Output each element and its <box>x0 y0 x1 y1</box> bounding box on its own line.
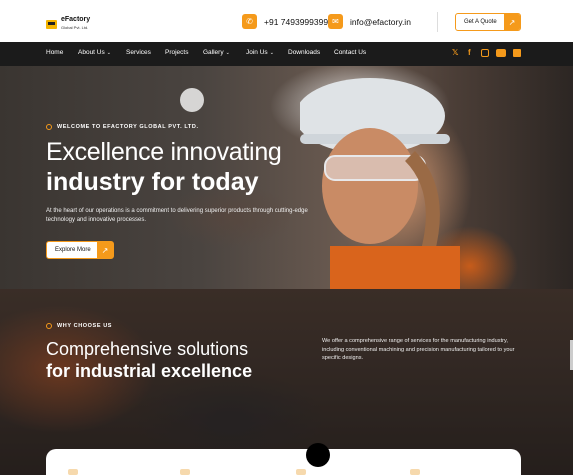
nav-item-contact-us[interactable]: Contact Us <box>334 49 366 56</box>
hero-eyebrow: WELCOME TO EFACTORY GLOBAL PVT. LTD. <box>46 124 199 130</box>
hero-section: WELCOME TO EFACTORY GLOBAL PVT. LTD. Exc… <box>0 66 573 289</box>
email-contact[interactable]: ✉ info@efactory.in <box>328 14 411 29</box>
nav-item-join-us[interactable]: Join Us ⌄ <box>246 49 274 56</box>
nav-item-projects[interactable]: Projects <box>165 49 188 56</box>
chevron-down-icon: ⌄ <box>106 50 111 56</box>
explore-more-label: Explore More <box>55 247 91 253</box>
nav-item-services[interactable]: Services <box>126 49 151 56</box>
section-overlay <box>0 289 573 475</box>
nav-item-downloads[interactable]: Downloads <box>288 49 320 56</box>
explore-more-button[interactable]: Explore More ↗ <box>46 241 114 259</box>
youtube-icon[interactable] <box>496 49 506 57</box>
linkedin-icon[interactable] <box>513 49 521 57</box>
hero-eyebrow-text: WELCOME TO EFACTORY GLOBAL PVT. LTD. <box>57 124 199 130</box>
nav-label: Home <box>46 49 64 56</box>
feature-icon <box>410 469 420 475</box>
why-paragraph: We offer a comprehensive range of servic… <box>322 338 515 361</box>
phone-number[interactable]: +91 7493999399 <box>264 17 328 27</box>
email-address[interactable]: info@efactory.in <box>350 17 411 27</box>
nav-item-about-us[interactable]: About Us ⌄ <box>78 49 111 56</box>
nav-item-gallery[interactable]: Gallery ⌄ <box>203 49 230 56</box>
hero-paragraph: At the heart of our operations is a comm… <box>46 208 308 223</box>
get-quote-label: Get A Quote <box>464 19 497 25</box>
brand-subtitle: Global Pvt. Ltd. <box>61 25 89 30</box>
nav-label: About Us <box>78 49 105 56</box>
phone-icon: ✆ <box>242 14 257 29</box>
phone-contact[interactable]: ✆ +91 7493999399 <box>242 14 328 29</box>
nav-label: Downloads <box>288 49 321 56</box>
feature-icon <box>180 469 190 475</box>
bokeh-light <box>180 88 204 112</box>
hero-title-light: Excellence innovating <box>46 138 282 166</box>
circle-icon <box>46 124 52 130</box>
x-icon[interactable]: 𝕏 <box>452 48 458 57</box>
nav-label: Join Us <box>246 49 268 56</box>
why-choose-us-section: WHY CHOOSE US Comprehensive solutions fo… <box>0 289 573 475</box>
nav-label: Services <box>126 49 151 56</box>
get-quote-button[interactable]: Get A Quote ↗ <box>455 13 521 31</box>
why-title-light: Comprehensive solutions <box>46 339 249 359</box>
features-card <box>46 449 521 475</box>
mail-icon: ✉ <box>328 14 343 29</box>
cursor-dot <box>306 443 330 467</box>
nav-label: Gallery <box>203 49 224 56</box>
circle-icon <box>46 323 52 329</box>
chevron-down-icon: ⌄ <box>225 50 230 56</box>
brand-logo[interactable]: eFactory Global Pvt. Ltd. <box>46 16 90 32</box>
feature-icon <box>68 469 78 475</box>
divider <box>437 12 438 32</box>
worker-photo <box>300 78 460 289</box>
nav-label: Projects <box>165 49 189 56</box>
chevron-down-icon: ⌄ <box>269 50 274 56</box>
nav-item-home[interactable]: Home <box>46 49 63 56</box>
why-title-bold: for industrial excellence <box>46 361 253 381</box>
top-header: eFactory Global Pvt. Ltd. ✆ +91 74939993… <box>0 0 573 42</box>
facebook-icon[interactable]: f <box>468 48 471 57</box>
why-eyebrow: WHY CHOOSE US <box>46 323 112 329</box>
feature-icon <box>296 469 306 475</box>
arrow-up-right-icon: ↗ <box>504 14 520 30</box>
hero-title-bold: industry for today <box>46 168 259 196</box>
why-eyebrow-text: WHY CHOOSE US <box>57 323 113 329</box>
instagram-icon[interactable] <box>481 49 489 57</box>
arrow-up-right-icon: ↗ <box>97 242 113 258</box>
nav-label: Contact Us <box>334 49 367 56</box>
brand-name: eFactory <box>61 16 91 23</box>
main-nav: Home About Us ⌄ Services Projects Gallery… <box>0 42 573 66</box>
logo-mark-icon <box>46 19 57 29</box>
